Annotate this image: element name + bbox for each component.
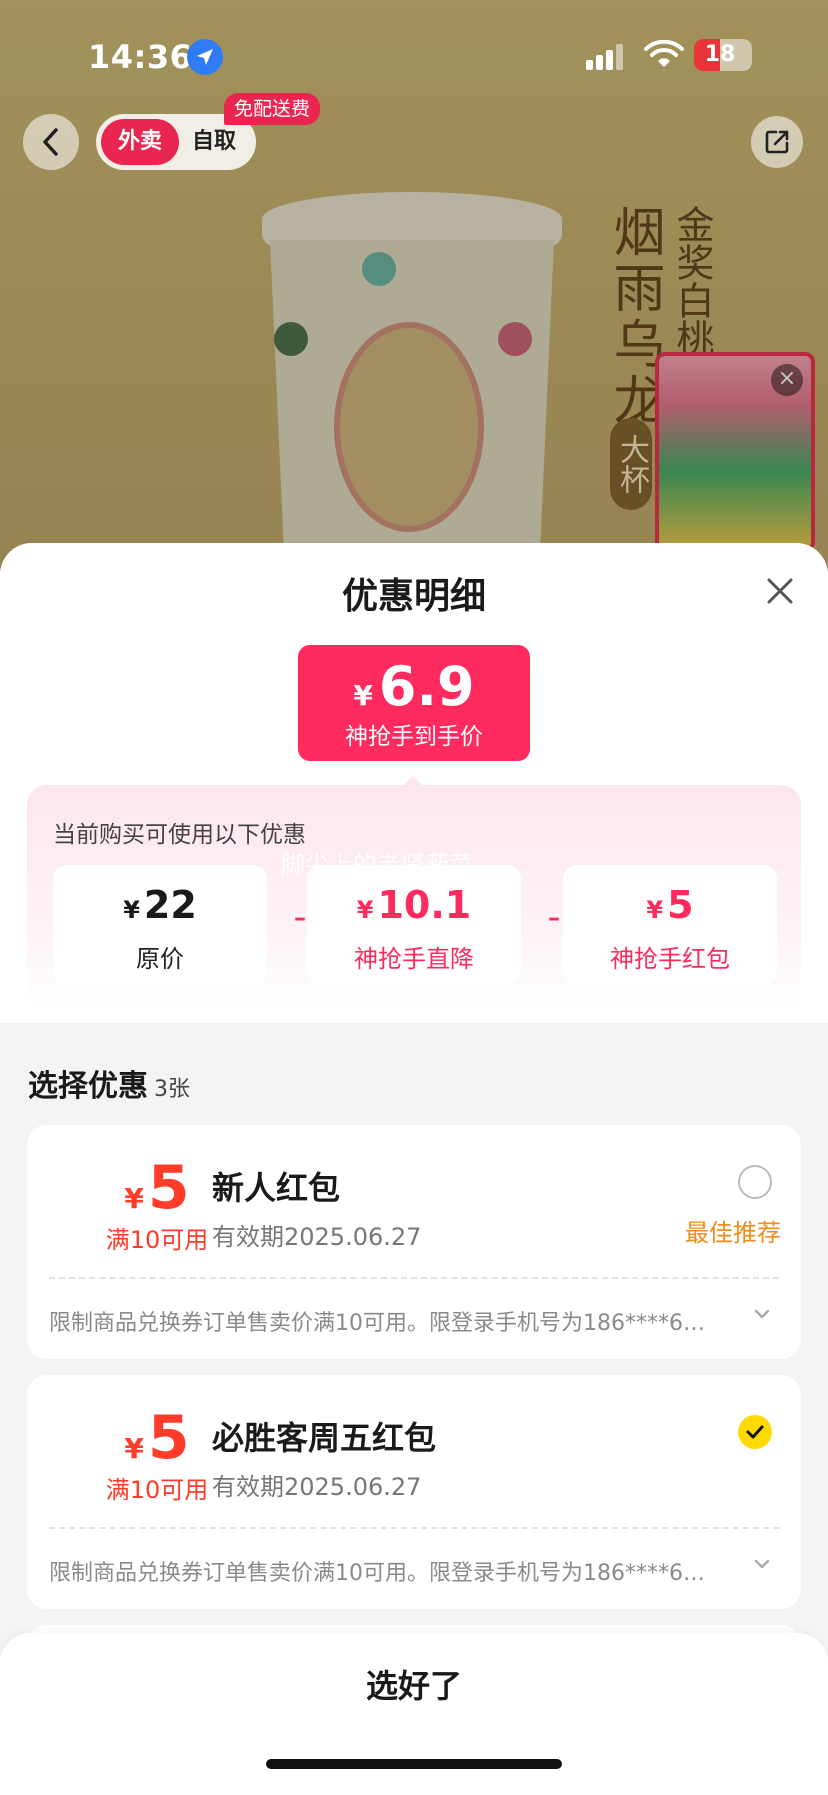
final-price-box: ¥6.9 神抢手到手价 — [298, 645, 530, 761]
red-packet-card: ¥5 神抢手红包 — [563, 865, 777, 985]
share-icon — [765, 130, 789, 154]
direct-discount-card: ¥10.1 神抢手直降 — [307, 865, 521, 985]
status-time: 14:36 — [88, 38, 193, 76]
sheet-title: 优惠明细 — [341, 576, 486, 617]
coupon-radio-unchecked[interactable] — [738, 1165, 772, 1199]
confirm-button[interactable]: 选好了 — [0, 1633, 828, 1739]
mode-pickup-tab[interactable]: 自取 — [192, 119, 252, 165]
checkmark-icon — [746, 1425, 764, 1439]
original-price-card: ¥22 原价 — [53, 865, 267, 985]
close-button[interactable] — [760, 571, 800, 611]
coupon-radio-checked[interactable] — [738, 1415, 772, 1449]
status-bar: 14:36 18 — [0, 34, 828, 78]
coupon-name: 必胜客周五红包 — [212, 1419, 437, 1457]
select-discount-title: 选择优惠 3张 — [28, 1069, 190, 1104]
coupon-card[interactable]: ¥5 满10可用 必胜客周五红包 有效期2025.06.27 限制商品兑换券订单… — [27, 1375, 801, 1609]
product-background: 金奖白桃 烟雨乌龙 大杯 × 14:36 18 外卖 自取 免配送费 — [0, 0, 828, 600]
chevron-left-icon — [43, 128, 58, 156]
back-button[interactable] — [23, 114, 79, 170]
cellular-signal-icon — [586, 44, 626, 70]
discount-detail-sheet: 优惠明细 ¥6.9 神抢手到手价 当前购买可使用以下优惠 脚尖上的老贤蔽菜 ¥2… — [0, 543, 828, 1795]
discount-breakdown-panel: 当前购买可使用以下优惠 脚尖上的老贤蔽菜 ¥22 原价 - ¥10.1 神抢手直… — [27, 785, 801, 1015]
location-arrow-icon — [187, 39, 223, 75]
mode-delivery-tab[interactable]: 外卖 — [101, 119, 179, 165]
coupon-amount: ¥5 — [124, 1403, 190, 1473]
best-recommend-tag: 最佳推荐 — [685, 1219, 781, 1247]
share-button[interactable] — [751, 116, 803, 168]
final-price: ¥6.9 — [353, 655, 475, 718]
final-price-label: 神抢手到手价 — [345, 724, 483, 750]
battery-level: 18 — [704, 42, 736, 67]
coupon-card[interactable]: ¥5 满10可用 新人红包 有效期2025.06.27 最佳推荐 限制商品兑换券… — [27, 1125, 801, 1359]
close-icon — [767, 578, 793, 604]
discount-panel-label: 当前购买可使用以下优惠 — [53, 822, 306, 848]
coupon-validity: 有效期2025.06.27 — [212, 1473, 422, 1501]
coupon-validity: 有效期2025.06.27 — [212, 1223, 422, 1251]
bottom-action-bar: 选好了 — [0, 1633, 828, 1795]
wifi-icon — [644, 40, 684, 67]
chevron-down-icon[interactable] — [753, 1557, 771, 1571]
chevron-down-icon[interactable] — [753, 1307, 771, 1321]
coupon-name: 新人红包 — [212, 1169, 341, 1207]
home-indicator[interactable] — [266, 1759, 562, 1769]
coupon-amount: ¥5 — [124, 1153, 190, 1223]
coupon-count: 3张 — [154, 1077, 190, 1102]
coupon-description: 限制商品兑换券订单售卖价满10可用。限登录手机号为186****6925... — [49, 1311, 709, 1336]
coupon-description: 限制商品兑换券订单售卖价满10可用。限登录手机号为186****6925... — [49, 1561, 709, 1586]
battery-icon: 18 — [694, 39, 752, 71]
free-delivery-badge: 免配送费 — [224, 93, 321, 125]
